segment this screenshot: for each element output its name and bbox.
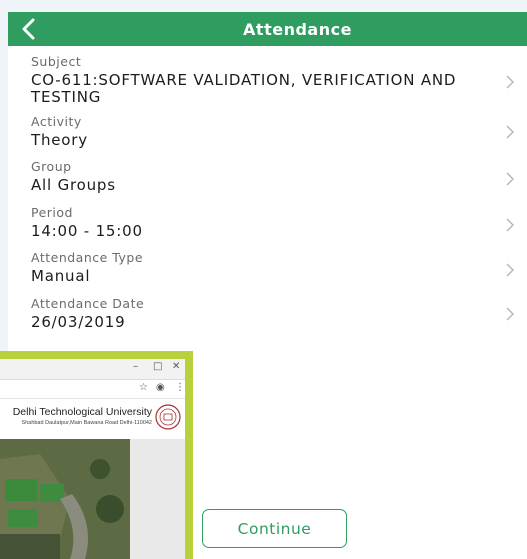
browser-addressbar[interactable]: ☆ ◉ ⋮ xyxy=(0,380,185,399)
app-header: Attendance xyxy=(8,12,527,46)
star-icon[interactable]: ☆ xyxy=(139,382,148,393)
subject-label: Subject xyxy=(31,54,82,69)
chevron-right-icon xyxy=(505,74,515,89)
attendance-type-label: Attendance Type xyxy=(31,250,144,265)
subject-value: CO-611:SOFTWARE VALIDATION, VERIFICATION… xyxy=(31,71,457,106)
group-value: All Groups xyxy=(31,176,116,194)
group-label: Group xyxy=(31,159,72,174)
page-title: Attendance xyxy=(243,20,352,39)
chevron-right-icon xyxy=(505,124,515,139)
chevron-right-icon xyxy=(505,217,515,232)
group-row[interactable]: Group All Groups xyxy=(31,159,521,194)
browser-window: – □ ✕ ☆ ◉ ⋮ Delhi Technological Universi… xyxy=(0,359,185,559)
chevron-right-icon xyxy=(505,171,515,186)
browser-titlebar: – □ ✕ xyxy=(0,359,185,380)
activity-value: Theory xyxy=(31,131,88,149)
attendance-date-value: 26/03/2019 xyxy=(31,313,126,331)
account-icon[interactable]: ◉ xyxy=(156,382,165,393)
attendance-date-label: Attendance Date xyxy=(31,296,145,311)
period-row[interactable]: Period 14:00 - 15:00 xyxy=(31,205,521,240)
menu-icon[interactable]: ⋮ xyxy=(175,382,185,393)
attendance-date-row[interactable]: Attendance Date 26/03/2019 xyxy=(31,296,521,331)
continue-button[interactable]: Continue xyxy=(202,509,347,548)
subject-row[interactable]: Subject CO-611:SOFTWARE VALIDATION, VERI… xyxy=(31,54,521,106)
university-address: Shahbad Daulatpur,Main Bawana Road Delhi… xyxy=(21,420,152,426)
university-header: Delhi Technological University Shahbad D… xyxy=(0,399,185,439)
minimize-icon[interactable]: – xyxy=(133,361,138,372)
period-label: Period xyxy=(31,205,73,220)
activity-row[interactable]: Activity Theory xyxy=(31,114,521,149)
university-logo xyxy=(155,404,181,430)
browser-overlay: – □ ✕ ☆ ◉ ⋮ Delhi Technological Universi… xyxy=(0,351,193,559)
attendance-type-row[interactable]: Attendance Type Manual xyxy=(31,250,521,285)
close-icon[interactable]: ✕ xyxy=(172,361,180,372)
chevron-right-icon xyxy=(505,262,515,277)
university-name: Delhi Technological University xyxy=(12,406,152,418)
period-value: 14:00 - 15:00 xyxy=(31,222,143,240)
maximize-icon[interactable]: □ xyxy=(153,361,162,372)
chevron-right-icon xyxy=(505,306,515,321)
activity-label: Activity xyxy=(31,114,82,129)
campus-aerial-image xyxy=(0,439,185,559)
attendance-type-value: Manual xyxy=(31,267,91,285)
